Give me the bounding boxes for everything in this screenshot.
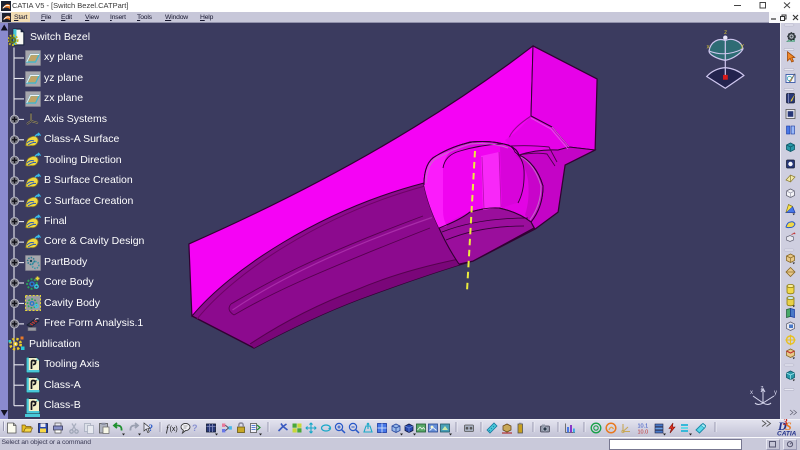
svg-text:z: z: [724, 29, 727, 36]
svg-text:(x): (x): [170, 426, 178, 433]
svg-text:x: x: [750, 390, 753, 396]
svg-text:3: 3: [782, 419, 788, 427]
svg-text:10.0: 10.0: [638, 430, 649, 436]
svg-text:y: y: [774, 390, 777, 396]
svg-text:?: ?: [149, 423, 154, 433]
svg-text:z: z: [761, 386, 764, 392]
svg-text:y: y: [741, 43, 745, 50]
svg-text:?: ?: [192, 423, 198, 433]
